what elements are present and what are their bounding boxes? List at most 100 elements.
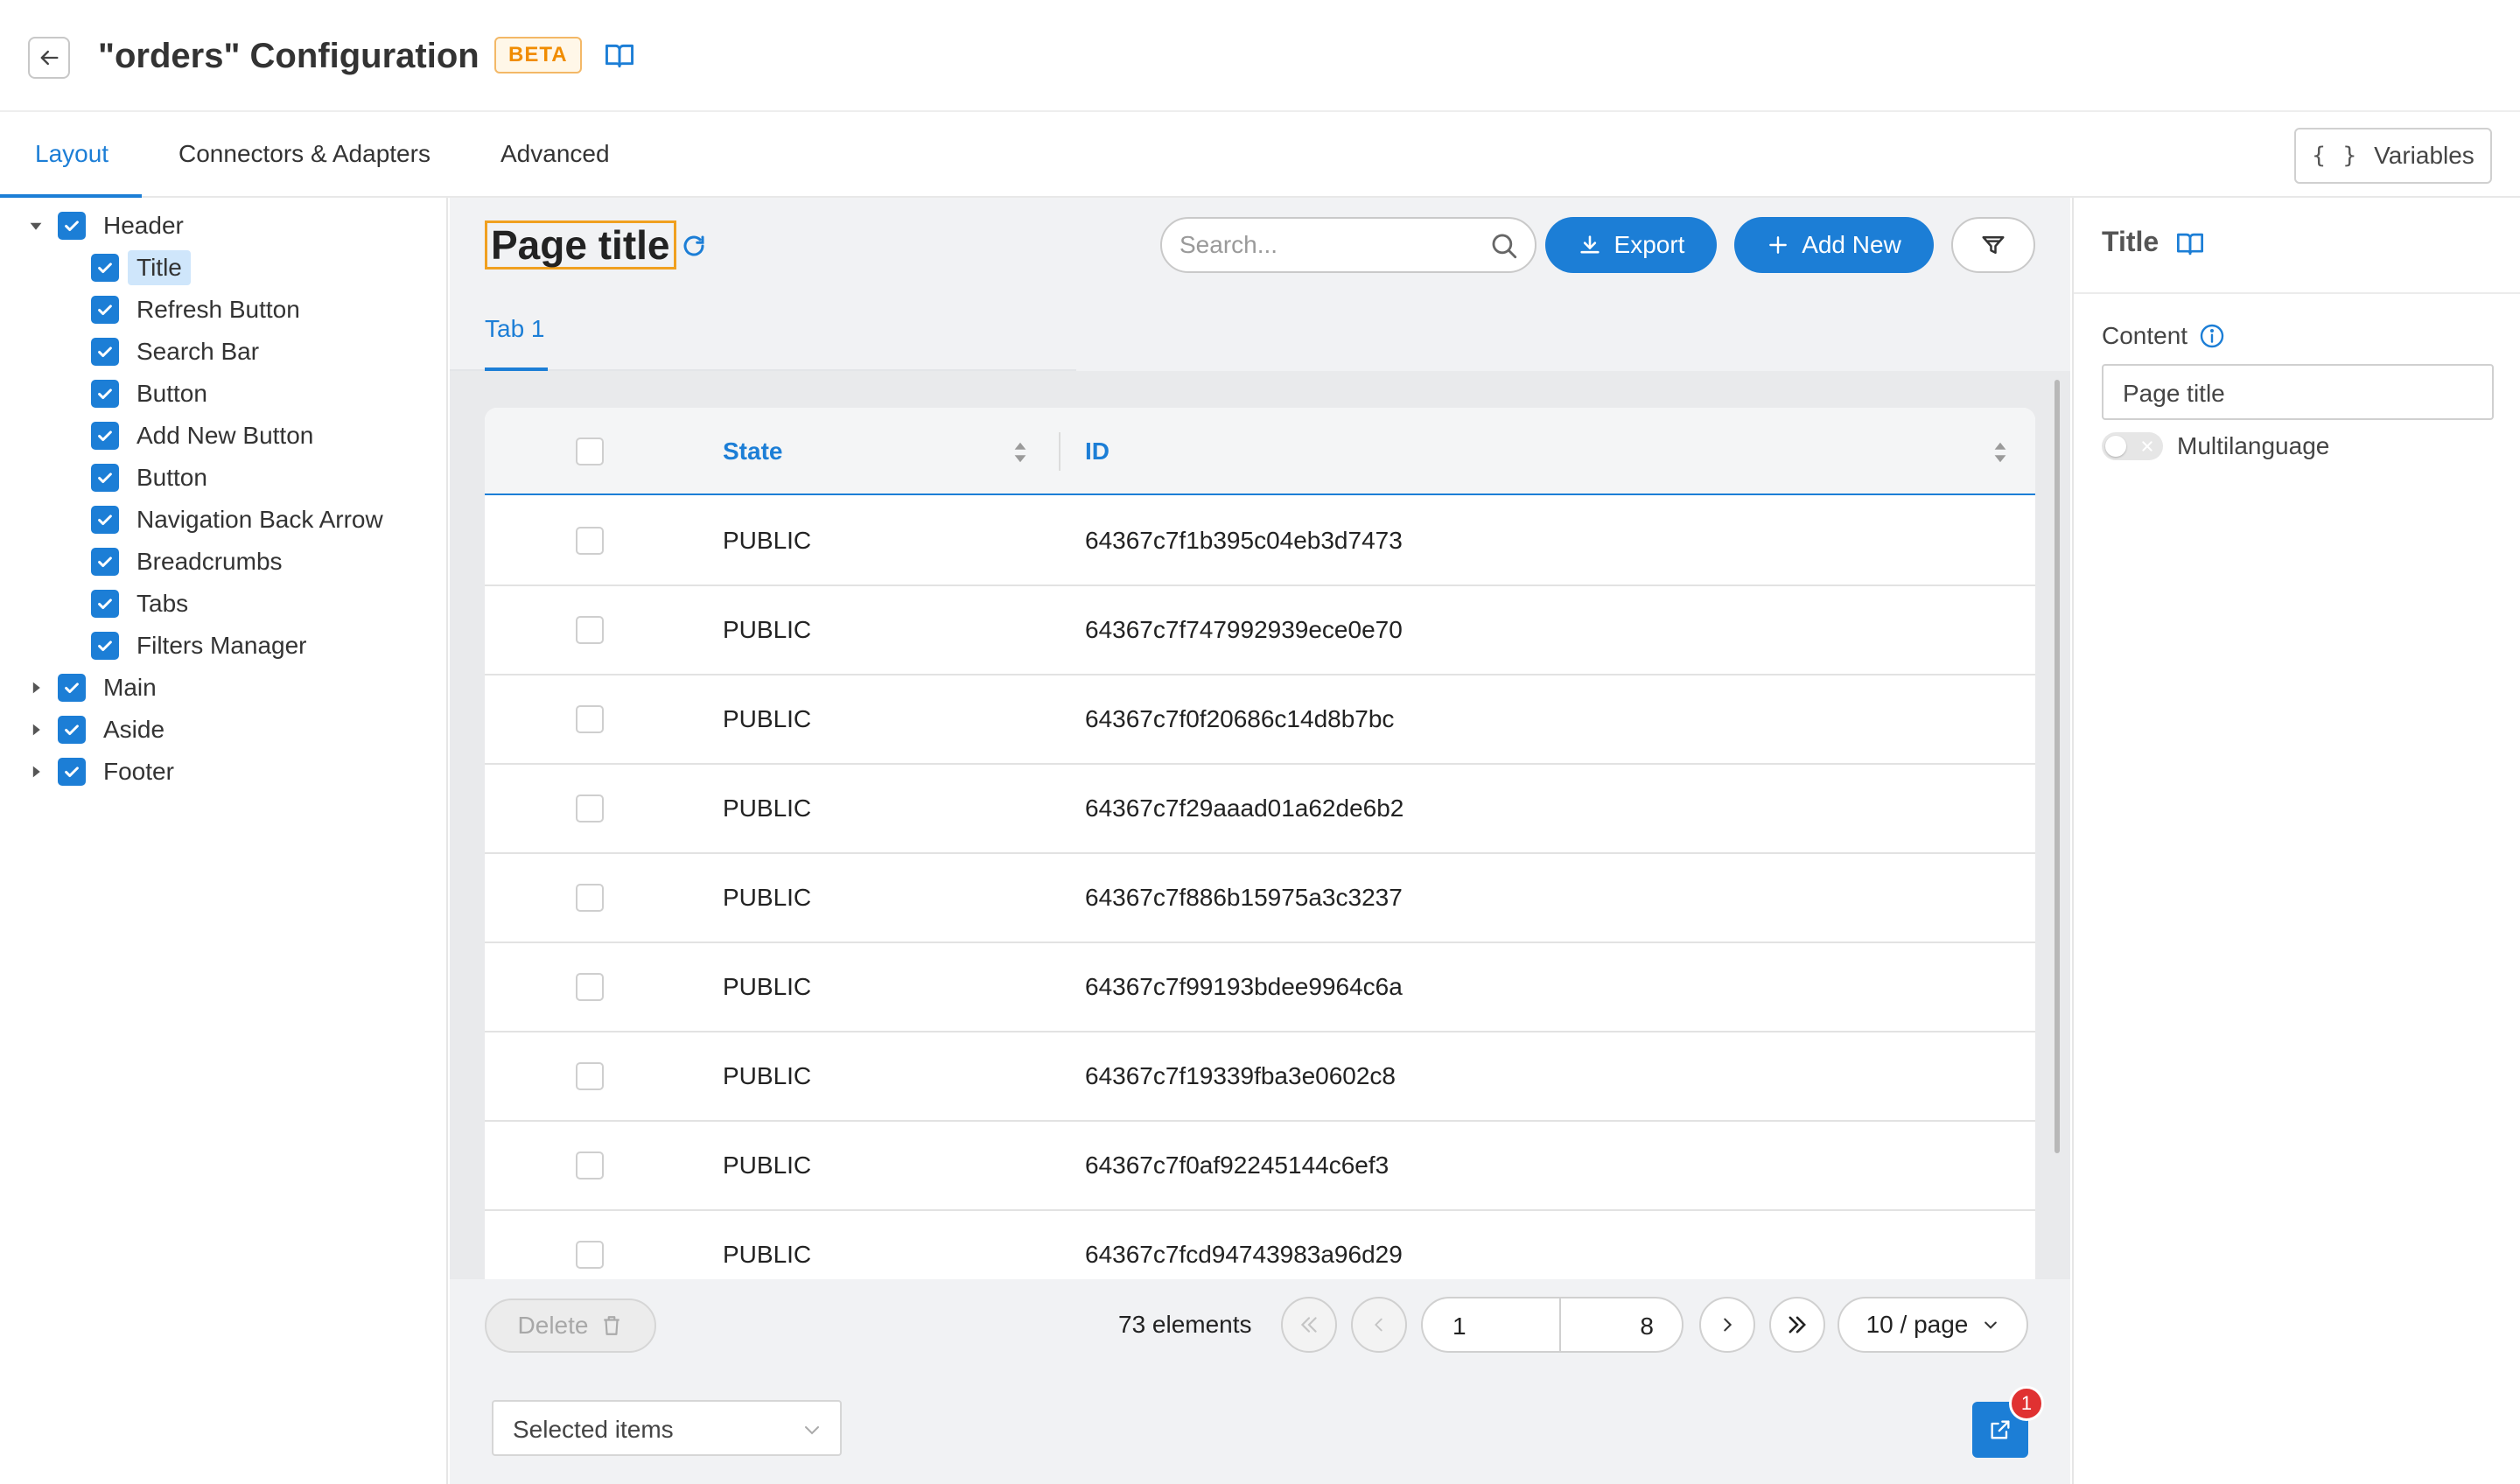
table-scrollbar[interactable] bbox=[2054, 380, 2060, 1153]
tree-item-label[interactable]: Button bbox=[128, 376, 216, 411]
book-icon[interactable] bbox=[2175, 231, 2205, 257]
tab-advanced[interactable]: Advanced bbox=[500, 112, 610, 196]
tree-item-label[interactable]: Search Bar bbox=[128, 334, 268, 369]
table-row[interactable]: PUBLIC 64367c7f886b15975a3c3237 bbox=[485, 854, 2035, 943]
back-button[interactable] bbox=[28, 37, 70, 79]
table-row[interactable]: PUBLIC 64367c7f747992939ece0e70 bbox=[485, 586, 2035, 676]
column-header-state[interactable]: State bbox=[723, 408, 782, 495]
refresh-icon[interactable] bbox=[681, 233, 707, 259]
tree-item-label[interactable]: Header bbox=[94, 208, 192, 243]
tree-item-search-bar[interactable]: Search Bar bbox=[91, 331, 268, 373]
multilanguage-toggle[interactable] bbox=[2102, 432, 2163, 460]
filters-button[interactable] bbox=[1951, 217, 2035, 273]
row-checkbox[interactable] bbox=[576, 1241, 604, 1269]
tree-item-label[interactable]: Navigation Back Arrow bbox=[128, 502, 392, 537]
table-row[interactable]: PUBLIC 64367c7f29aaad01a62de6b2 bbox=[485, 765, 2035, 854]
tree-expander[interactable] bbox=[26, 762, 46, 781]
tree-item-aside[interactable]: Aside bbox=[26, 709, 173, 751]
tree-item-footer[interactable]: Footer bbox=[26, 751, 183, 793]
tree-expander[interactable] bbox=[26, 216, 46, 235]
variables-button[interactable]: { } Variables bbox=[2294, 128, 2492, 184]
tree-item-checkbox[interactable] bbox=[58, 758, 86, 786]
tree-item-add-new-button[interactable]: Add New Button bbox=[91, 415, 322, 457]
tree-item-checkbox[interactable] bbox=[91, 380, 119, 408]
tree-item-title[interactable]: Title bbox=[91, 247, 191, 289]
tree-item-label[interactable]: Refresh Button bbox=[128, 292, 309, 327]
delete-button[interactable]: Delete bbox=[485, 1298, 656, 1353]
table-row[interactable]: PUBLIC 64367c7f0f20686c14d8b7bc bbox=[485, 676, 2035, 765]
tree-item-label[interactable]: Button bbox=[128, 460, 216, 495]
previous-page-button[interactable] bbox=[1351, 1297, 1407, 1353]
row-checkbox[interactable] bbox=[576, 794, 604, 822]
tree-item-label[interactable]: Title bbox=[128, 250, 191, 285]
tree-item-checkbox[interactable] bbox=[91, 296, 119, 324]
tree-item-label[interactable]: Footer bbox=[94, 754, 183, 789]
first-page-button[interactable] bbox=[1281, 1297, 1337, 1353]
table-row[interactable]: PUBLIC 64367c7f99193bdee9964c6a bbox=[485, 943, 2035, 1032]
tree-item-checkbox[interactable] bbox=[58, 212, 86, 240]
export-button[interactable]: Export bbox=[1545, 217, 1717, 273]
tab-1[interactable]: Tab 1 bbox=[485, 312, 545, 346]
table-row[interactable]: PUBLIC 64367c7f19339fba3e0602c8 bbox=[485, 1032, 2035, 1122]
tree-item-breadcrumbs[interactable]: Breadcrumbs bbox=[91, 541, 291, 583]
tree-item-label[interactable]: Breadcrumbs bbox=[128, 544, 291, 579]
tree-item-checkbox[interactable] bbox=[91, 506, 119, 534]
tree-item-checkbox[interactable] bbox=[58, 674, 86, 702]
row-checkbox[interactable] bbox=[576, 527, 604, 555]
selected-items-dropdown[interactable]: Selected items bbox=[492, 1400, 842, 1456]
tree-item-refresh-button[interactable]: Refresh Button bbox=[91, 289, 309, 331]
tree-item-label[interactable]: Tabs bbox=[128, 586, 197, 621]
tree-item-checkbox[interactable] bbox=[91, 254, 119, 282]
tree-item-tabs[interactable]: Tabs bbox=[91, 583, 197, 625]
tab-layout[interactable]: Layout bbox=[35, 112, 108, 196]
tree-item-label[interactable]: Main bbox=[94, 670, 165, 705]
tree-item-button[interactable]: Button bbox=[91, 373, 216, 415]
book-icon[interactable] bbox=[604, 42, 635, 70]
row-checkbox[interactable] bbox=[576, 973, 604, 1001]
tree-item-checkbox[interactable] bbox=[91, 632, 119, 660]
tree-item-button[interactable]: Button bbox=[91, 457, 216, 499]
sort-icon[interactable] bbox=[1013, 441, 1027, 464]
preview-page-title[interactable]: Page title bbox=[485, 220, 676, 270]
table-row[interactable]: PUBLIC 64367c7fcd94743983a96d29 bbox=[485, 1211, 2035, 1279]
select-all-checkbox[interactable] bbox=[576, 438, 604, 466]
braces-icon: { } bbox=[2312, 143, 2359, 169]
tree-expander[interactable] bbox=[26, 678, 46, 697]
next-page-button[interactable] bbox=[1699, 1297, 1755, 1353]
tree-item-checkbox[interactable] bbox=[58, 716, 86, 744]
check-icon bbox=[98, 556, 112, 568]
tree-item-header[interactable]: Header bbox=[26, 205, 192, 247]
row-checkbox[interactable] bbox=[576, 616, 604, 644]
tree-item-checkbox[interactable] bbox=[91, 548, 119, 576]
sort-icon[interactable] bbox=[1993, 441, 2007, 464]
search-icon[interactable] bbox=[1489, 231, 1519, 261]
search-input[interactable] bbox=[1180, 229, 1460, 261]
current-page[interactable]: 1 bbox=[1452, 1312, 1466, 1340]
tree-item-filters-manager[interactable]: Filters Manager bbox=[91, 625, 316, 667]
tree-item-navigation-back-arrow[interactable]: Navigation Back Arrow bbox=[91, 499, 392, 541]
tree-item-label[interactable]: Filters Manager bbox=[128, 628, 316, 663]
tree-item-label[interactable]: Add New Button bbox=[128, 418, 322, 453]
column-header-id[interactable]: ID bbox=[1085, 408, 1110, 495]
search-bar[interactable] bbox=[1160, 217, 1536, 273]
content-input[interactable]: Page title bbox=[2102, 364, 2494, 420]
row-checkbox[interactable] bbox=[576, 1062, 604, 1090]
row-checkbox[interactable] bbox=[576, 705, 604, 733]
tree-item-main[interactable]: Main bbox=[26, 667, 165, 709]
add-new-button[interactable]: Add New bbox=[1734, 217, 1934, 273]
table-row[interactable]: PUBLIC 64367c7f1b395c04eb3d7473 bbox=[485, 497, 2035, 586]
info-icon[interactable] bbox=[2198, 322, 2226, 350]
page-number-input[interactable]: 1 8 bbox=[1421, 1297, 1684, 1353]
tab-connectors-adapters[interactable]: Connectors & Adapters bbox=[178, 112, 430, 196]
table-row[interactable]: PUBLIC 64367c7f0af92245144c6ef3 bbox=[485, 1122, 2035, 1211]
tree-item-checkbox[interactable] bbox=[91, 338, 119, 366]
row-checkbox[interactable] bbox=[576, 1152, 604, 1180]
tree-item-checkbox[interactable] bbox=[91, 590, 119, 618]
tree-item-label[interactable]: Aside bbox=[94, 712, 173, 747]
row-checkbox[interactable] bbox=[576, 884, 604, 912]
last-page-button[interactable] bbox=[1769, 1297, 1825, 1353]
tree-item-checkbox[interactable] bbox=[91, 422, 119, 450]
page-size-select[interactable]: 10 / page bbox=[1838, 1297, 2028, 1353]
tree-expander[interactable] bbox=[26, 720, 46, 739]
tree-item-checkbox[interactable] bbox=[91, 464, 119, 492]
